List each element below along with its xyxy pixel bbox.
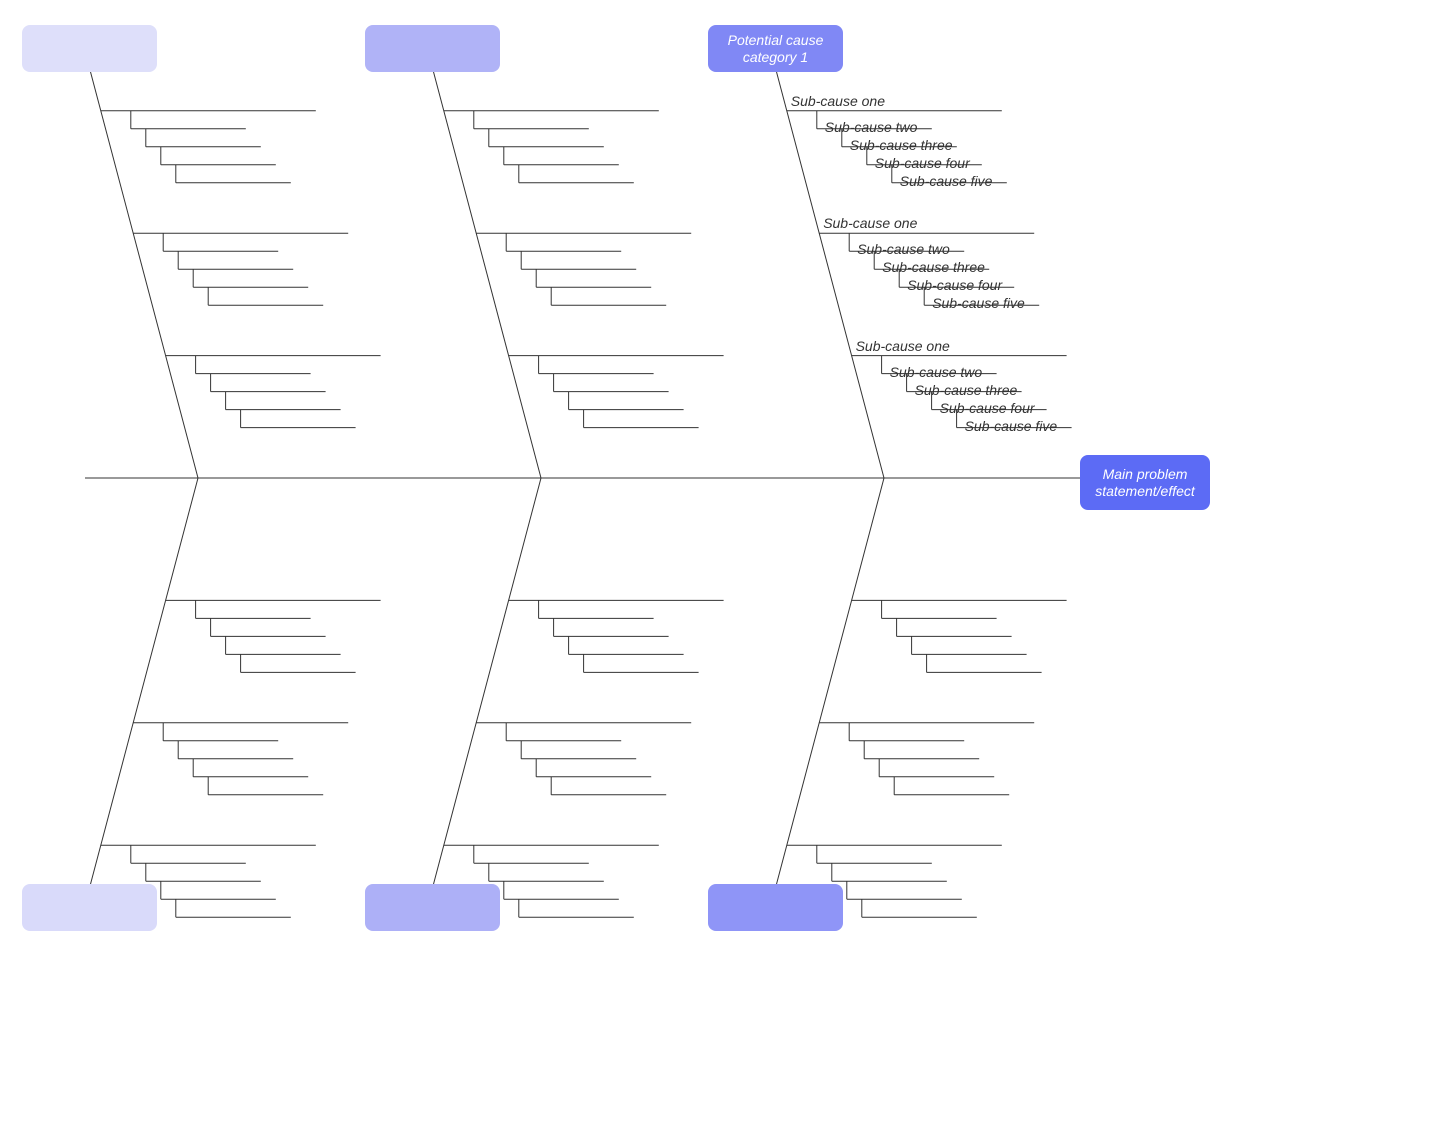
subcause-four-label-1: Sub-cause four xyxy=(907,277,1002,293)
subcause-three-label-1: Sub-cause three xyxy=(882,259,985,275)
subcause-five-label-0: Sub-cause five xyxy=(900,173,993,189)
fishbone-diagram xyxy=(0,0,1452,1125)
category-top-right[interactable]: Potential cause category 1 xyxy=(708,25,843,72)
subcause-one-label-1: Sub-cause one xyxy=(823,215,917,231)
main-problem-label: Main problem statement/effect xyxy=(1086,466,1204,500)
subcause-one-label-2: Sub-cause one xyxy=(856,338,950,354)
category-bottom-right[interactable] xyxy=(708,884,843,931)
subcause-five-label-2: Sub-cause five xyxy=(965,418,1058,434)
category-top-right-label: Potential cause category 1 xyxy=(714,32,837,66)
bone-bottom-middle xyxy=(433,478,541,886)
subcause-two-label-1: Sub-cause two xyxy=(857,241,950,257)
subcause-four-label-2: Sub-cause four xyxy=(940,400,1035,416)
subcause-five-label-1: Sub-cause five xyxy=(932,295,1025,311)
bone-top-left xyxy=(90,70,198,478)
subcause-three-label-2: Sub-cause three xyxy=(915,382,1018,398)
category-top-middle[interactable] xyxy=(365,25,500,72)
bone-bottom-left xyxy=(90,478,198,886)
subcause-two-label-2: Sub-cause two xyxy=(890,364,983,380)
category-bottom-left[interactable] xyxy=(22,884,157,931)
bone-top-middle xyxy=(433,70,541,478)
main-problem-box[interactable]: Main problem statement/effect xyxy=(1080,455,1210,510)
subcause-two-label-0: Sub-cause two xyxy=(825,119,918,135)
subcause-three-label-0: Sub-cause three xyxy=(850,137,953,153)
bone-bottom-right xyxy=(776,478,884,886)
category-bottom-middle[interactable] xyxy=(365,884,500,931)
subcause-four-label-0: Sub-cause four xyxy=(875,155,970,171)
subcause-one-label-0: Sub-cause one xyxy=(791,93,885,109)
category-top-left[interactable] xyxy=(22,25,157,72)
